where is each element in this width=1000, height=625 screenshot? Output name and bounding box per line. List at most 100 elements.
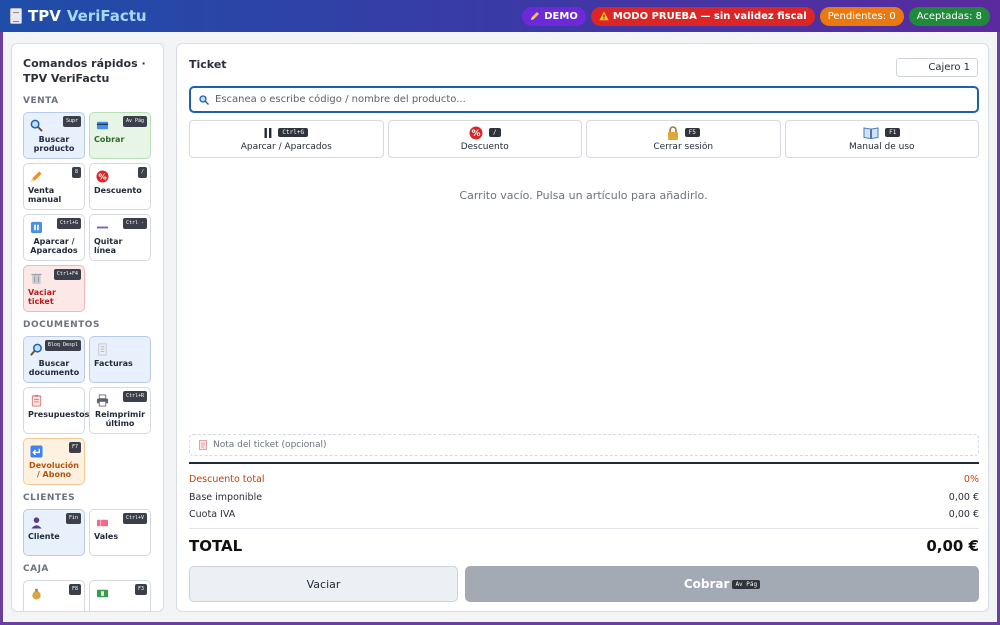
descuento-label: Descuento — [460, 141, 509, 152]
caja-grid: F8 F3 — [23, 580, 152, 611]
descuento-button[interactable]: % / Descuento — [387, 120, 582, 158]
status-badges: DEMO MODO PRUEBA — sin validez fiscal Pe… — [522, 6, 990, 26]
facturas-tile[interactable]: Facturas — [89, 336, 151, 383]
section-caja: CAJA — [23, 564, 49, 574]
vales-tile[interactable]: Ctrl+V Vales — [89, 509, 151, 556]
reimprimir-tile[interactable]: Ctrl+R Reimprimir último — [89, 387, 151, 434]
percent-icon: % — [469, 126, 483, 139]
shortcut-badge: Ctrl - — [122, 218, 147, 229]
cliente-tile[interactable]: Fin Cliente — [23, 509, 85, 556]
shortcut-badge: / — [488, 128, 501, 137]
percent-icon: % — [96, 170, 109, 183]
aparcar-button[interactable]: Ctrl+G Aparcar / Aparcados — [189, 120, 384, 158]
sidebar-title: Comandos rápidos · TPV VeriFactu — [23, 57, 146, 85]
ticket-panel: Ticket Cajero 1 Ctrl+G Aparcar / Aparcad… — [176, 43, 989, 612]
accepted-badge[interactable]: Aceptadas: 8 — [908, 6, 990, 26]
caja-tile-2[interactable]: F3 — [89, 580, 151, 611]
product-search-input[interactable] — [215, 94, 969, 105]
buscar-producto-tile[interactable]: Supr Buscar producto — [23, 112, 85, 159]
manual-button[interactable]: F1 Manual de uso — [784, 120, 979, 158]
pay-button[interactable]: Cobrar Av Pág — [465, 566, 979, 602]
shortcut-badge: Av Pág — [122, 116, 147, 127]
discount-value: 0% — [963, 474, 979, 485]
pencil-icon — [531, 12, 540, 20]
app-title: TPV — [28, 7, 61, 25]
shortcut-badge: / — [137, 167, 147, 178]
iva-value: 0,00 € — [948, 509, 979, 520]
app-frame: Comandos rápidos · TPV VeriFactu VENTA S… — [3, 32, 997, 622]
clipboard-icon — [31, 394, 42, 407]
aparcar-label: Aparcar / Aparcados — [240, 141, 332, 152]
minus-icon — [96, 226, 109, 229]
cerrar-sesion-label: Cerrar sesión — [653, 141, 714, 152]
quitar-linea-tile[interactable]: Ctrl - Quitar línea — [89, 214, 151, 261]
invoice-icon — [98, 343, 107, 356]
total-value: 0,00 € — [926, 537, 979, 555]
devolucion-tile[interactable]: F7 Devolución / Abono — [23, 438, 85, 485]
search-icon — [199, 94, 209, 105]
lock-icon — [667, 125, 678, 140]
book-icon — [863, 126, 879, 139]
iva-row: Cuota IVA 0,00 € — [189, 509, 979, 520]
section-venta: VENTA — [23, 96, 59, 106]
buscar-documento-tile[interactable]: Bloq Despl Buscar documento — [23, 336, 85, 383]
section-clientes: CLIENTES — [23, 493, 76, 503]
product-search[interactable] — [189, 86, 979, 113]
cerrar-sesion-button[interactable]: F5 Cerrar sesión — [586, 120, 781, 158]
descuento-tile[interactable]: / % Descuento — [89, 163, 151, 210]
presupuestos-tile[interactable]: Presupuestos — [23, 387, 89, 434]
pause-icon — [264, 127, 272, 138]
pencil-icon — [30, 171, 42, 183]
test-mode-badge: MODO PRUEBA — sin validez fiscal — [590, 6, 815, 26]
return-arrow-icon — [30, 445, 43, 458]
empty-cart-message: Carrito vacío. Pulsa un artículo para añ… — [459, 189, 708, 202]
shortcut-badge: F5 — [684, 128, 700, 137]
shortcut-badge: 8 — [71, 167, 81, 178]
svg-text:%: % — [98, 171, 107, 181]
ticket-title: Ticket — [189, 58, 227, 71]
warning-icon — [599, 11, 609, 21]
total-divider — [189, 528, 979, 529]
cashier-select[interactable]: Cajero 1 — [896, 58, 978, 77]
pause-icon — [30, 221, 43, 234]
base-value: 0,00 € — [948, 492, 979, 503]
venta-grid: Supr Buscar producto Av Pág Cobrar 8 Ven… — [23, 112, 152, 312]
manual-label: Manual de uso — [848, 141, 915, 152]
magnifier-icon — [30, 343, 42, 356]
total-label: TOTAL — [189, 537, 243, 555]
section-documentos: DOCUMENTOS — [23, 320, 100, 330]
ticket-icon — [96, 519, 109, 527]
shortcut-badge: Av Pág — [732, 579, 761, 589]
shortcut-badge: Ctrl+R — [122, 391, 147, 402]
vaciar-ticket-tile[interactable]: Ctrl+F4 Vaciar ticket — [23, 265, 85, 312]
ticket-note-field[interactable]: Nota del ticket (opcional) — [189, 434, 979, 456]
svg-text:%: % — [471, 129, 480, 139]
aparcar-tile[interactable]: Ctrl+G Aparcar / Aparcados — [23, 214, 85, 261]
top-bar: TPV VeriFactu DEMO MODO PRUEBA — sin val… — [0, 0, 1000, 32]
user-icon — [31, 517, 42, 529]
shortcut-badge: F1 — [885, 128, 901, 137]
cash-icon — [96, 589, 109, 598]
credit-card-icon — [96, 121, 109, 130]
iva-label: Cuota IVA — [189, 509, 236, 520]
cobrar-tile[interactable]: Av Pág Cobrar — [89, 112, 151, 159]
quick-commands-sidebar: Comandos rápidos · TPV VeriFactu VENTA S… — [11, 43, 164, 612]
pending-badge[interactable]: Pendientes: 0 — [819, 6, 904, 26]
shortcut-badge: F7 — [68, 442, 81, 453]
clear-button[interactable]: Vaciar — [189, 566, 458, 602]
app-title-verifactu: VeriFactu — [66, 7, 147, 25]
ticket-actions: Ctrl+G Aparcar / Aparcados % / Descuento… — [189, 120, 979, 158]
shortcut-badge: Ctrl+G — [278, 128, 309, 137]
discount-label: Descuento total — [189, 474, 265, 485]
totals-separator — [189, 462, 979, 464]
magnifier-icon — [30, 119, 43, 132]
caja-tile-1[interactable]: F8 — [23, 580, 85, 611]
venta-manual-tile[interactable]: 8 Venta manual — [23, 163, 85, 210]
printer-icon — [96, 394, 109, 407]
shortcut-badge: F8 — [68, 584, 81, 595]
shortcut-badge: Supr — [62, 116, 81, 127]
app-brand: TPV VeriFactu — [10, 7, 147, 25]
base-row: Base imponible 0,00 € — [189, 492, 979, 503]
ticket-note-placeholder: Nota del ticket (opcional) — [213, 440, 327, 450]
demo-badge: DEMO — [522, 6, 586, 26]
